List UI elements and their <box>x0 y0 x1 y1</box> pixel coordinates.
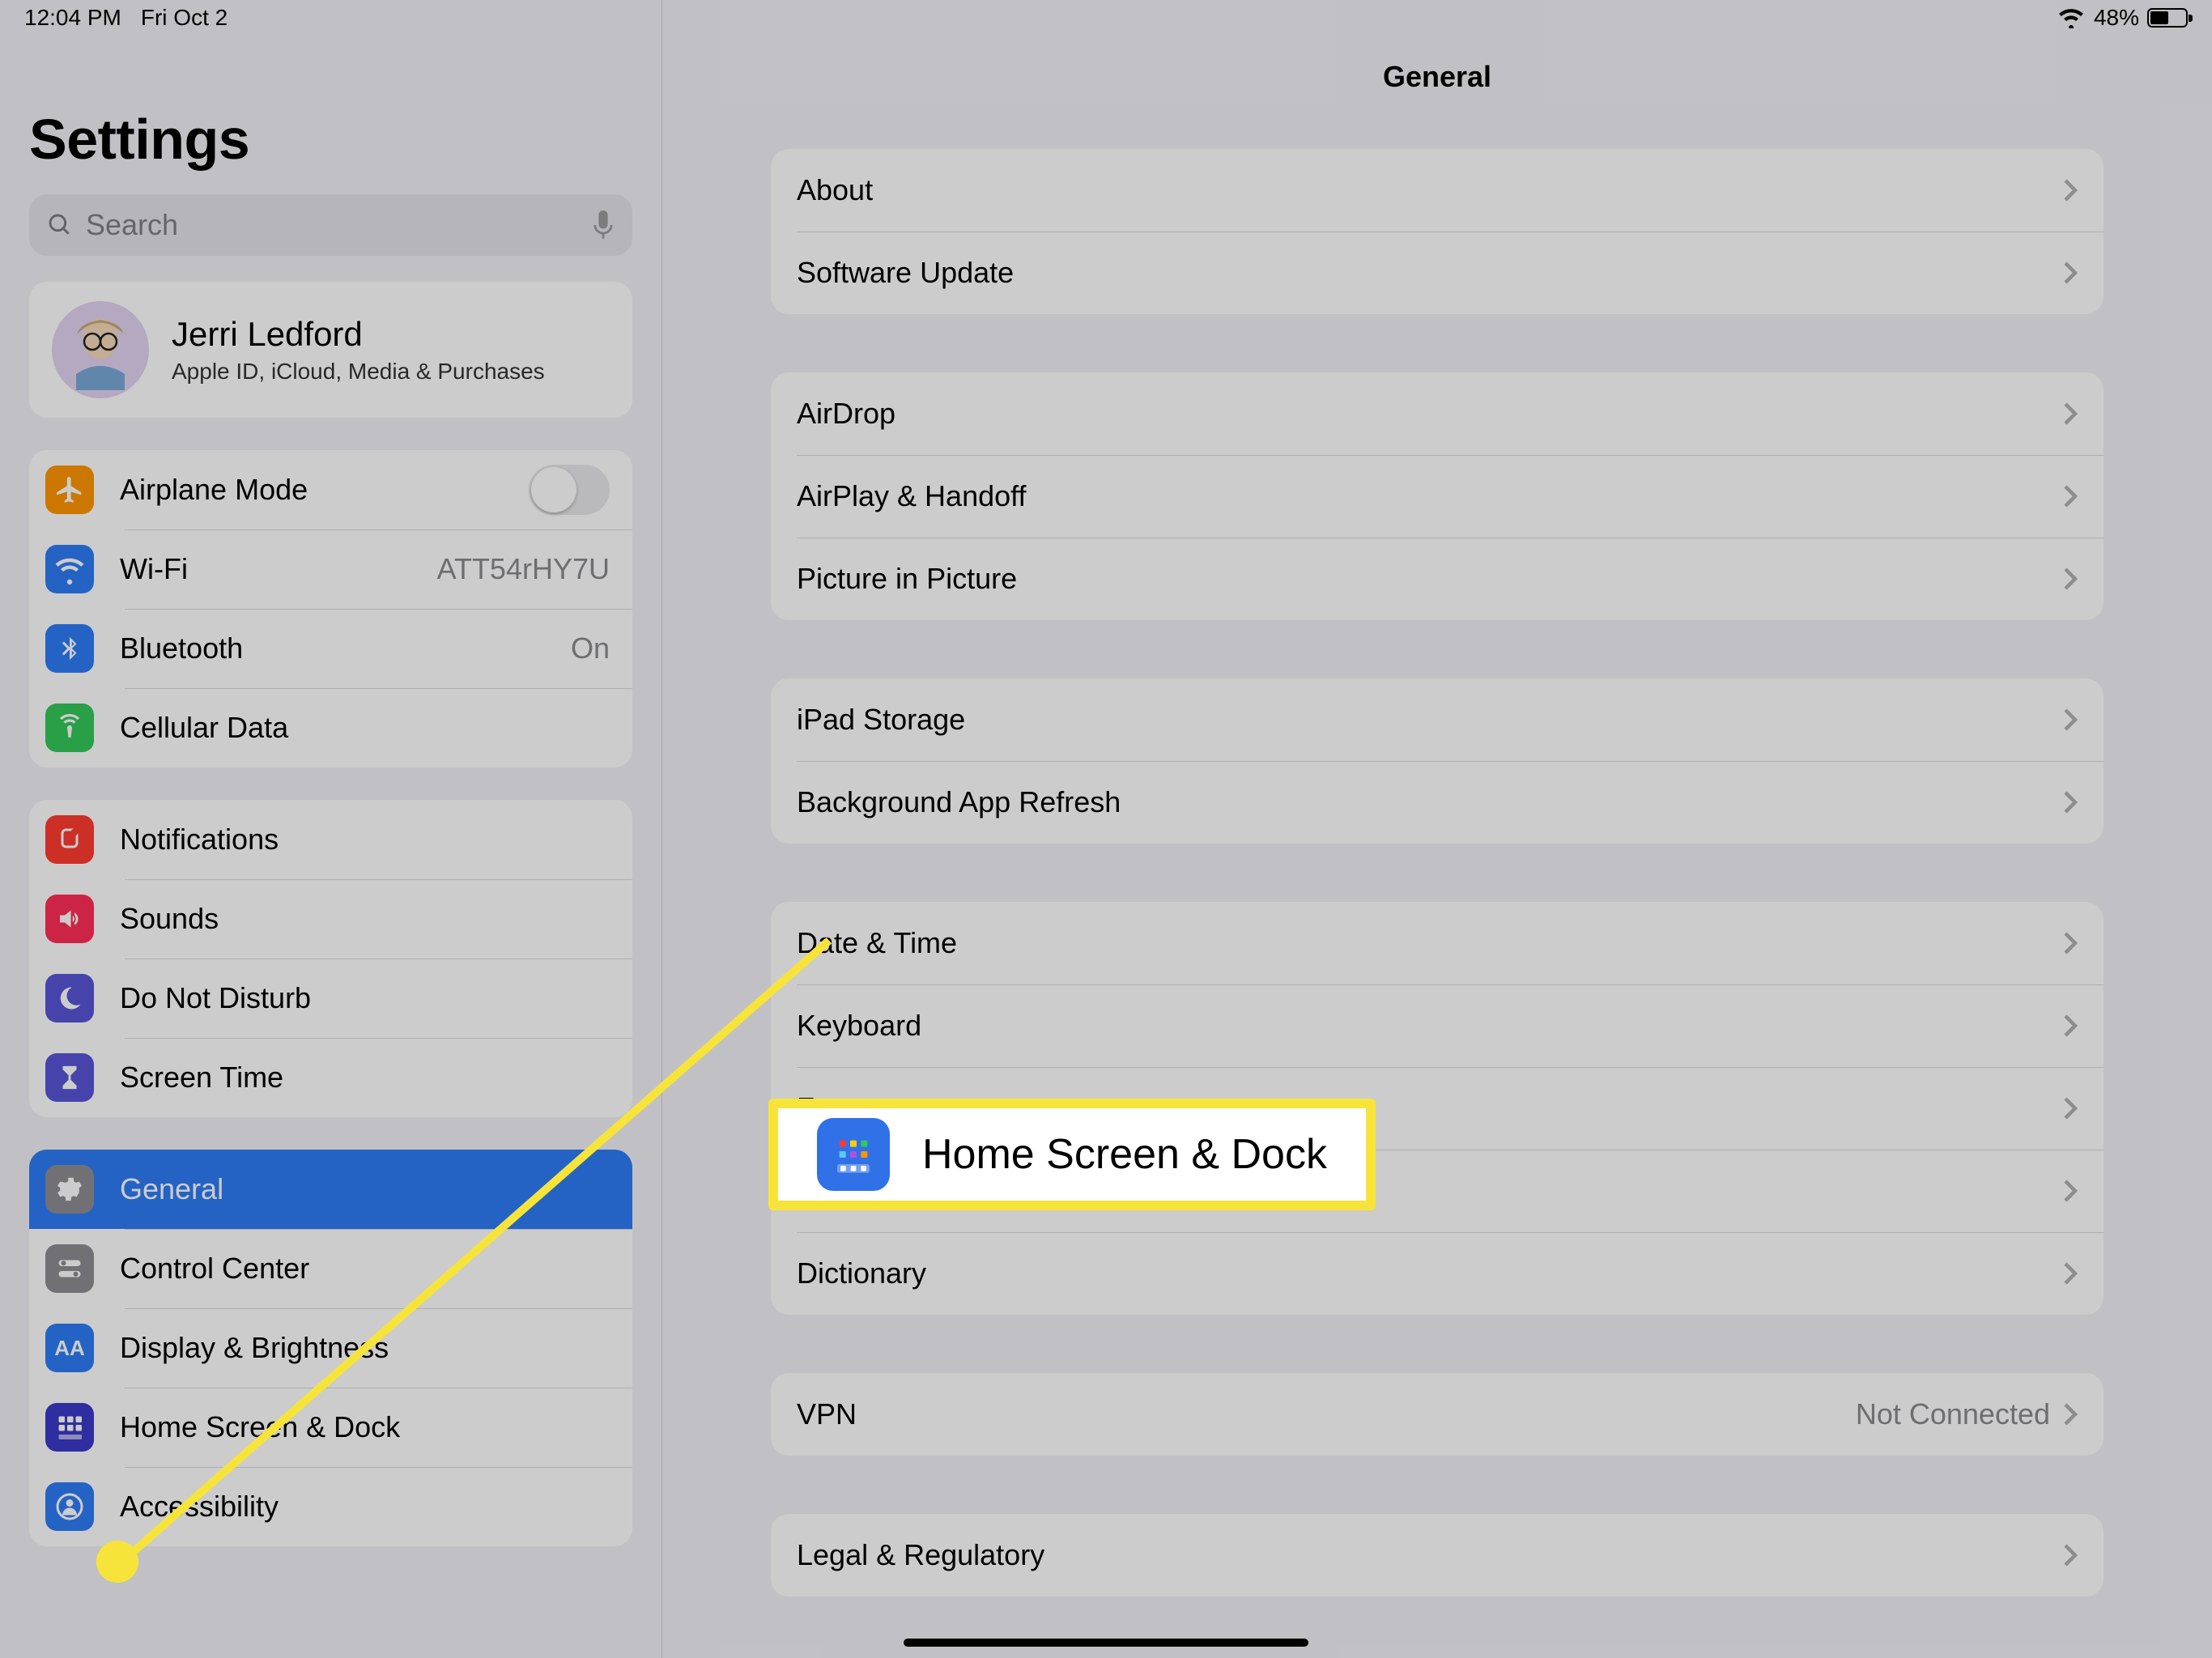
screen-dim-overlay <box>0 0 2212 1658</box>
home-indicator[interactable] <box>904 1639 1308 1647</box>
